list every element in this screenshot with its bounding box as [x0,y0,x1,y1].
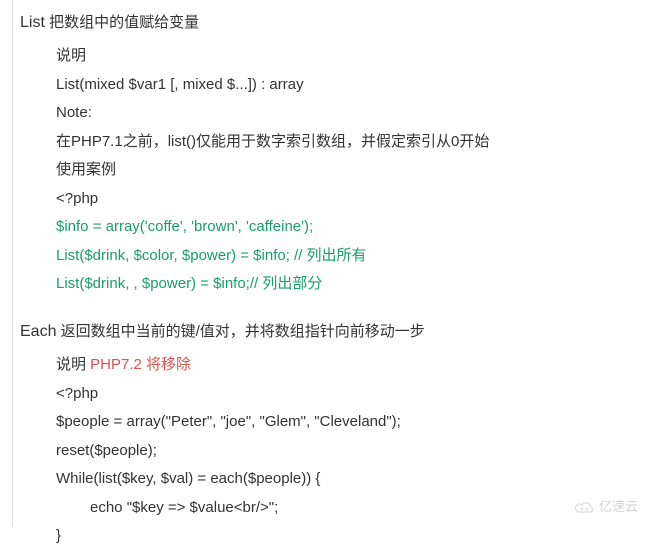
each-code3: While(list($key, $val) = each($people)) … [56,465,650,494]
list-code2-rest: ($drink, $color, $power) = $info; [79,247,294,264]
list-code3-cmt: // 列出部分 [250,275,323,292]
watermark-text: 亿速云 [599,495,638,520]
each-warning: PHP7.2 将移除 [90,356,191,373]
list-code2-kw: List [56,247,79,264]
list-heading-rest: 把数组中的值赋给变量 [45,14,199,31]
each-code1: $people = array("Peter", "joe", "Glem", … [56,408,650,437]
list-code3-rest: ($drink, , $power) = $info; [79,275,250,292]
each-php-open: <?php [56,380,650,409]
list-sig-rest: (mixed $var1 [, mixed $...]) : array [79,76,303,93]
list-note-line: 在PHP7.1之前，list()仅能用于数字索引数组，并假定索引从0开始 [56,128,650,157]
each-code5: } [56,522,650,551]
list-desc-label: 说明 [56,42,650,71]
each-code2: reset($people); [56,437,650,466]
list-code2: List($drink, $color, $power) = $info; //… [56,242,650,271]
cloud-icon [573,501,595,515]
each-code4: echo "$key => $value<br/>"; [90,494,650,523]
each-desc: 说明 PHP7.2 将移除 [56,351,650,380]
each-desc-label: 说明 [56,356,90,373]
each-section: Each 返回数组中当前的键/值对，并将数组指针向前移动一步 说明 PHP7.2… [20,317,650,551]
list-php-open: <?php [56,185,650,214]
each-heading: Each 返回数组中当前的键/值对，并将数组指针向前移动一步 [20,317,650,347]
each-heading-rest: 返回数组中当前的键/值对，并将数组指针向前移动一步 [56,323,424,340]
list-code2-cmt: // 列出所有 [294,247,367,264]
list-note-label: Note: [56,99,650,128]
left-rule [12,0,13,526]
list-sig-kw: List [56,76,79,93]
list-section: List 把数组中的值赋给变量 说明 List(mixed $var1 [, m… [20,8,650,299]
list-code3-kw: List [56,275,79,292]
list-example-label: 使用案例 [56,156,650,185]
list-keyword: List [20,14,45,31]
note-kw: N [56,104,67,121]
list-code1: $info = array('coffe', 'brown', 'caffein… [56,213,650,242]
note-rest: ote: [67,104,92,121]
each-keyword: Each [20,323,56,340]
list-heading: List 把数组中的值赋给变量 [20,8,650,38]
list-signature: List(mixed $var1 [, mixed $...]) : array [56,71,650,100]
list-code3: List($drink, , $power) = $info;// 列出部分 [56,270,650,299]
watermark: 亿速云 [573,495,638,520]
